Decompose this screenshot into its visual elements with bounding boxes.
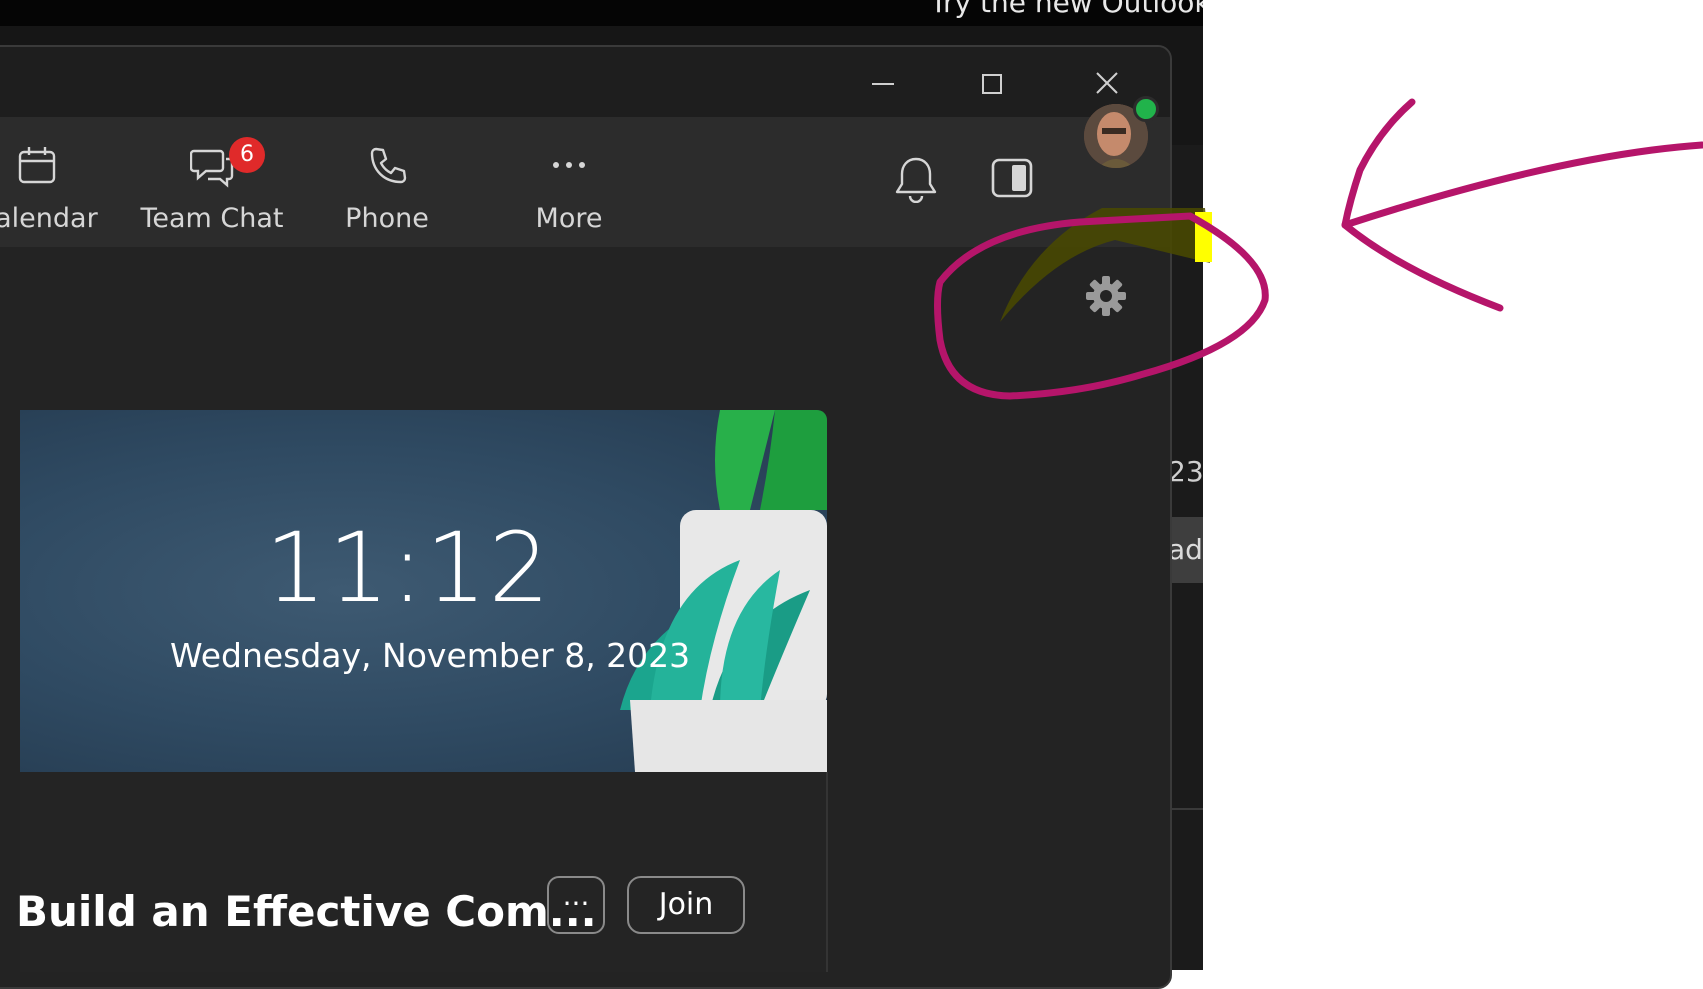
- nav-item-team-chat[interactable]: 6 Team Chat: [127, 117, 297, 247]
- join-button[interactable]: Join: [627, 876, 745, 934]
- bell-icon[interactable]: [894, 155, 938, 207]
- top-strip: Try the new Outlook: [0, 0, 1203, 26]
- nav-item-label: Calendar: [0, 203, 98, 234]
- close-icon[interactable]: [1087, 67, 1127, 101]
- meeting-card-image: 11:12 Wednesday, November 8, 2023: [20, 410, 827, 772]
- top-nav-bar: Calendar 6 Team Chat Phone More: [0, 117, 1170, 247]
- meeting-card-footer: [20, 772, 827, 972]
- phone-icon: [367, 145, 407, 189]
- maximize-icon[interactable]: [972, 67, 1012, 101]
- minimize-icon[interactable]: [862, 67, 902, 101]
- title-bar: [0, 47, 1170, 117]
- meeting-title[interactable]: Build an Effective Com...: [16, 887, 597, 936]
- clock-date: Wednesday, November 8, 2023: [170, 636, 691, 675]
- clock-time: 11:12: [265, 512, 552, 624]
- calendar-icon: [17, 145, 57, 189]
- nav-item-more[interactable]: More: [494, 117, 644, 247]
- ellipsis-icon: [549, 145, 589, 189]
- nav-item-label: Team Chat: [140, 203, 284, 234]
- gear-icon[interactable]: [1084, 274, 1128, 322]
- card-divider: [826, 772, 828, 972]
- background-window-chip-label: add: [1168, 533, 1203, 566]
- side-panel-icon[interactable]: [990, 157, 1034, 203]
- top-strip-text: Try the new Outlook: [930, 0, 1203, 19]
- background-window-divider: [1168, 808, 1203, 810]
- arrow-shaft-annotation: [1341, 141, 1703, 229]
- background-window-chip: add: [1168, 517, 1203, 583]
- nav-item-label: More: [535, 203, 603, 234]
- nav-item-calendar[interactable]: Calendar: [0, 117, 122, 247]
- background-window-number: 23: [1168, 455, 1204, 488]
- nav-item-phone[interactable]: Phone: [312, 117, 462, 247]
- presence-status-icon: [1133, 96, 1159, 122]
- arrow-head-annotation: [1341, 98, 1504, 312]
- meeting-more-button[interactable]: ···: [547, 876, 605, 934]
- chat-icon: [189, 145, 234, 193]
- unread-badge: 6: [229, 137, 265, 173]
- nav-item-label: Phone: [345, 203, 429, 234]
